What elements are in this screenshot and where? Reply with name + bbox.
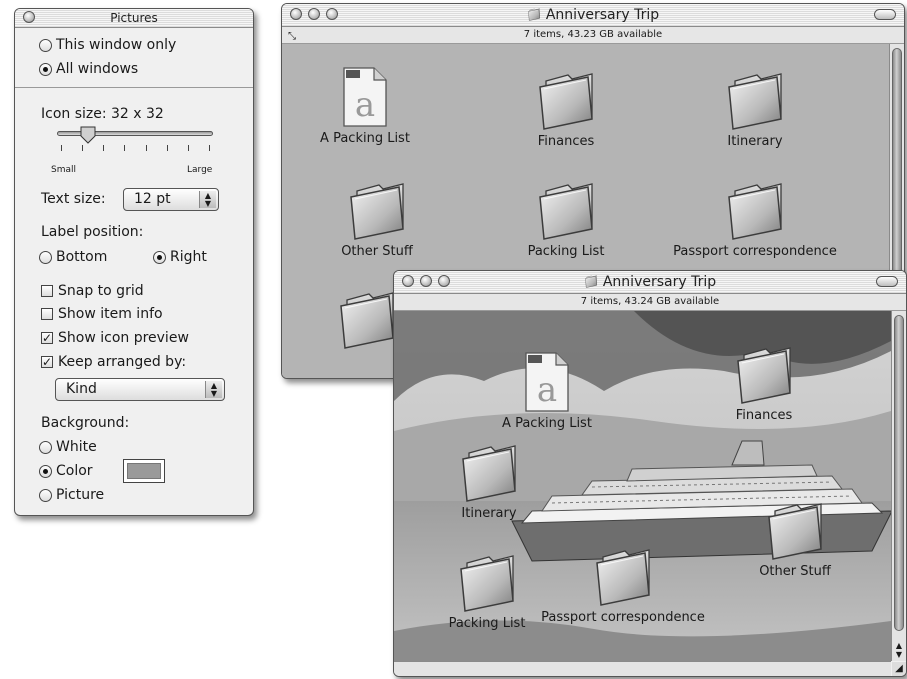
slider-knob[interactable]	[80, 126, 96, 144]
divider	[15, 87, 253, 88]
view-options-panel: Pictures This window only All windows Ic…	[14, 8, 254, 516]
folder-icon	[763, 501, 827, 561]
folder-icon	[534, 181, 598, 241]
scope-all-windows[interactable]: All windows	[39, 61, 138, 77]
resize-grip-icon[interactable]: ◢	[892, 662, 906, 676]
radio-selected-icon[interactable]	[39, 62, 52, 76]
vertical-scrollbar[interactable]: ▲ ▼	[891, 311, 906, 661]
checkmark-icon[interactable]: ✓	[41, 332, 53, 344]
icon-size-slider[interactable]	[57, 126, 213, 163]
folder-item[interactable]: Passport correspondence	[528, 547, 718, 625]
slider-tick	[61, 145, 62, 151]
folder-icon	[723, 71, 787, 131]
updown-arrows-icon: ▲ ▼	[205, 381, 222, 398]
keep-arranged-checkbox[interactable]: ✓ Keep arranged by:	[41, 354, 186, 370]
label-right-radio[interactable]: Right	[153, 249, 207, 265]
window-title: Anniversary Trip	[394, 274, 906, 290]
folder-item[interactable]: Other Stuff	[282, 181, 472, 259]
text-document-icon	[340, 66, 390, 128]
scroll-thumb[interactable]	[894, 315, 904, 631]
folder-icon	[584, 275, 598, 288]
slider-tick	[188, 145, 189, 151]
label-bottom-radio[interactable]: Bottom	[39, 249, 107, 265]
updown-arrows-icon: ▲ ▼	[199, 191, 216, 208]
file-item[interactable]: A Packing List	[452, 351, 642, 431]
status-bar: 7 items, 43.24 GB available	[394, 294, 906, 311]
folder-icon	[732, 345, 796, 405]
window-titlebar: Anniversary Trip	[394, 271, 906, 294]
color-swatch	[127, 463, 161, 479]
resize-arrows-icon: ⤡	[288, 31, 296, 42]
folder-icon	[723, 181, 787, 241]
radio-icon[interactable]	[39, 38, 52, 52]
slider-max-label: Large	[187, 165, 213, 175]
slider-tick	[209, 145, 210, 151]
folder-item[interactable]: Finances	[471, 71, 661, 149]
folder-icon	[591, 547, 655, 607]
radio-icon[interactable]	[39, 250, 52, 264]
slider-tick	[146, 145, 147, 151]
slider-min-label: Small	[51, 165, 76, 175]
folder-item[interactable]: Itinerary	[394, 443, 584, 521]
folder-item[interactable]: Passport correspondence	[660, 181, 850, 259]
radio-icon[interactable]	[39, 488, 52, 502]
snap-to-grid-checkbox[interactable]: Snap to grid	[41, 283, 144, 299]
slider-tick	[167, 145, 168, 151]
finder-window-front: Anniversary Trip 7 items, 43.24 GB avail…	[393, 270, 907, 677]
folder-icon	[345, 181, 409, 241]
show-icon-preview-checkbox[interactable]: ✓ Show icon preview	[41, 330, 189, 346]
text-document-icon	[522, 351, 572, 413]
folder-item[interactable]: Finances	[669, 345, 859, 423]
color-swatch-button[interactable]	[123, 459, 165, 483]
horizontal-scrollbar[interactable]	[394, 661, 891, 676]
label-position-label: Label position:	[41, 224, 144, 240]
toolbar-toggle-button[interactable]	[876, 276, 898, 287]
slider-tick	[124, 145, 125, 151]
status-bar: ⤡ 7 items, 43.23 GB available	[282, 27, 904, 44]
show-item-info-checkbox[interactable]: Show item info	[41, 306, 163, 322]
folder-item[interactable]: Other Stuff	[700, 501, 890, 579]
toolbar-toggle-button[interactable]	[874, 9, 896, 20]
arrange-by-popup[interactable]: Kind ▲ ▼	[55, 378, 225, 401]
background-label: Background:	[41, 415, 130, 431]
panel-titlebar: Pictures	[15, 9, 253, 28]
checkmark-icon[interactable]: ✓	[41, 356, 53, 368]
folder-icon	[457, 443, 521, 503]
text-size-label: Text size:	[41, 191, 106, 207]
file-item[interactable]: A Packing List	[282, 66, 460, 146]
radio-selected-icon[interactable]	[153, 250, 166, 264]
panel-title: Pictures	[110, 11, 158, 25]
window-titlebar: Anniversary Trip	[282, 4, 904, 27]
bg-white-radio[interactable]: White	[39, 439, 97, 455]
folder-icon	[534, 71, 598, 131]
checkbox-icon[interactable]	[41, 285, 53, 297]
bg-color-radio[interactable]: Color	[39, 463, 93, 479]
slider-tick	[82, 145, 83, 151]
text-size-popup[interactable]: 12 pt ▲ ▼	[123, 188, 219, 211]
folder-item[interactable]: Packing List	[471, 181, 661, 259]
folder-icon	[527, 8, 541, 21]
folder-item[interactable]: Itinerary	[660, 71, 850, 149]
bg-picture-radio[interactable]: Picture	[39, 487, 104, 503]
slider-tick	[103, 145, 104, 151]
scroll-arrows-icon[interactable]: ▲ ▼	[892, 641, 906, 659]
radio-selected-icon[interactable]	[39, 464, 52, 478]
icon-view-picture-background: A Packing List Finances Itinerary Other …	[394, 311, 891, 661]
scope-this-window[interactable]: This window only	[39, 37, 176, 53]
icon-size-label: Icon size: 32 x 32	[41, 106, 164, 122]
radio-icon[interactable]	[39, 440, 52, 454]
window-title: Anniversary Trip	[282, 7, 904, 23]
folder-icon	[335, 290, 399, 350]
checkbox-icon[interactable]	[41, 308, 53, 320]
folder-icon	[455, 553, 519, 613]
